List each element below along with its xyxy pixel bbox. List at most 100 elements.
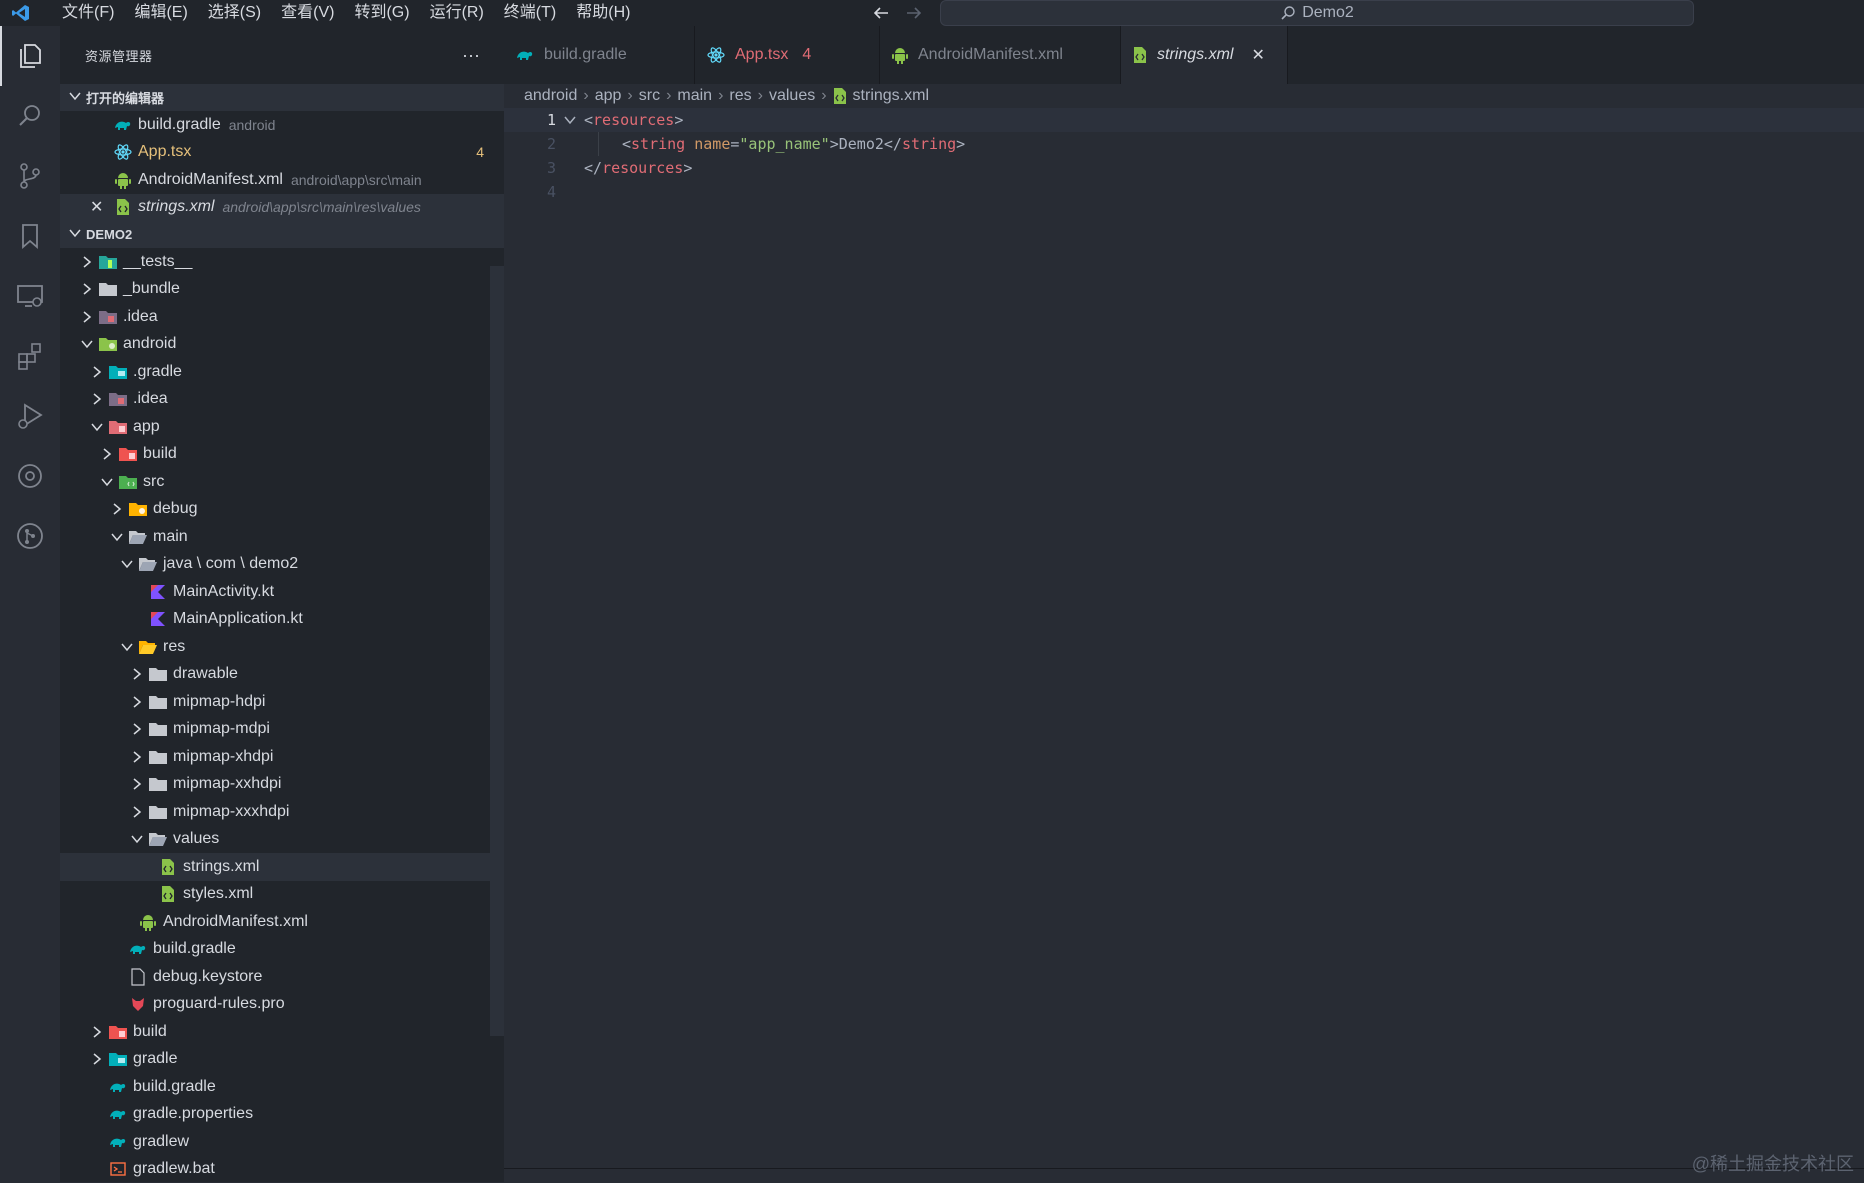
- tree-item[interactable]: build.gradle: [60, 936, 504, 964]
- source-control-icon[interactable]: [0, 146, 60, 206]
- xml-punctuation: </: [883, 135, 902, 153]
- menu-run[interactable]: 运行(R): [420, 0, 494, 26]
- code-editor[interactable]: 1 < resources > 2 < string name = "app_name" >…: [504, 108, 1864, 1182]
- tree-item[interactable]: strings.xml: [60, 853, 504, 881]
- breadcrumb-item[interactable]: src: [639, 87, 660, 105]
- tree-item[interactable]: java \ com \ demo2: [60, 551, 504, 579]
- extensions-icon[interactable]: [0, 326, 60, 386]
- tree-item[interactable]: MainActivity.kt: [60, 578, 504, 606]
- tab-app-tsx[interactable]: App.tsx 4: [695, 26, 880, 84]
- chevron-right-icon: [79, 281, 95, 297]
- tree-item-label: .idea: [123, 307, 158, 325]
- tab-build-gradle[interactable]: build.gradle: [504, 26, 695, 84]
- open-editor-app-tsx[interactable]: App.tsx 4: [60, 139, 504, 167]
- code-line[interactable]: 3 </resources >: [504, 156, 692, 180]
- tree-item[interactable]: res: [60, 633, 504, 661]
- target-icon[interactable]: [0, 446, 60, 506]
- sidebar-scrollbar[interactable]: [490, 266, 504, 1036]
- tree-item[interactable]: build: [60, 441, 504, 469]
- git-graph-icon[interactable]: [0, 506, 60, 566]
- tree-item[interactable]: MainApplication.kt: [60, 606, 504, 634]
- tree-item[interactable]: src: [60, 468, 504, 496]
- project-header[interactable]: DEMO2: [60, 221, 504, 248]
- bookmark-icon[interactable]: [0, 206, 60, 266]
- tree-item[interactable]: _bundle: [60, 276, 504, 304]
- open-editor-android-manifest[interactable]: AndroidManifest.xml android\app\src\main: [60, 166, 504, 194]
- tree-item[interactable]: __tests__: [60, 248, 504, 276]
- tree-item[interactable]: mipmap-hdpi: [60, 688, 504, 716]
- tree-item[interactable]: styles.xml: [60, 881, 504, 909]
- search-icon[interactable]: [0, 86, 60, 146]
- batch-file-icon: [109, 1160, 127, 1178]
- explorer-icon[interactable]: [0, 26, 60, 86]
- tree-item[interactable]: main: [60, 523, 504, 551]
- tree-item[interactable]: values: [60, 826, 504, 854]
- chevron-down-icon: [119, 556, 135, 572]
- fold-chevron-icon[interactable]: [556, 113, 584, 127]
- tree-item[interactable]: drawable: [60, 661, 504, 689]
- tab-label: build.gradle: [544, 46, 627, 63]
- breadcrumb-item[interactable]: strings.xml: [853, 87, 929, 105]
- tree-item[interactable]: .idea: [60, 303, 504, 331]
- tree-item-label: gradlew: [133, 1132, 190, 1150]
- tree-item[interactable]: build.gradle: [60, 1073, 504, 1101]
- android-folder-icon: [99, 335, 117, 353]
- run-debug-icon[interactable]: [0, 386, 60, 446]
- tree-item[interactable]: gradlew: [60, 1128, 504, 1156]
- line-number: 1: [546, 111, 556, 129]
- breadcrumb-item[interactable]: main: [677, 87, 712, 105]
- open-editor-path: android\app\src\main\res\values: [222, 199, 421, 216]
- command-center-search[interactable]: Demo2: [940, 0, 1694, 26]
- tree-item[interactable]: debug: [60, 496, 504, 524]
- code-line[interactable]: 1 < resources >: [504, 108, 683, 132]
- breadcrumb-item[interactable]: android: [524, 87, 577, 105]
- tree-item[interactable]: build: [60, 1018, 504, 1046]
- tree-item[interactable]: mipmap-mdpi: [60, 716, 504, 744]
- tree-item-label: java \ com \ demo2: [163, 555, 299, 573]
- menu-selection[interactable]: 选择(S): [198, 0, 271, 26]
- tab-strings-xml[interactable]: strings.xml ✕: [1121, 26, 1288, 84]
- breadcrumb-item[interactable]: res: [729, 87, 751, 105]
- tree-item-label: proguard-rules.pro: [153, 995, 285, 1013]
- open-editor-build-gradle[interactable]: build.gradle android: [60, 111, 504, 139]
- tree-item[interactable]: AndroidManifest.xml: [60, 908, 504, 936]
- close-icon[interactable]: ✕: [90, 197, 103, 217]
- tree-item-label: .idea: [133, 390, 168, 408]
- code-line[interactable]: 2 < string name = "app_name" > Demo2 </string >: [504, 132, 965, 156]
- open-editor-strings-xml[interactable]: ✕ strings.xml android\app\src\main\res\v…: [60, 193, 504, 221]
- code-line[interactable]: 4: [504, 180, 556, 204]
- breadcrumb-item[interactable]: values: [769, 87, 815, 105]
- menu-file[interactable]: 文件(F): [52, 0, 124, 26]
- tree-item[interactable]: mipmap-xhdpi: [60, 743, 504, 771]
- tree-item[interactable]: .idea: [60, 386, 504, 414]
- menu-edit[interactable]: 编辑(E): [124, 0, 197, 26]
- menu-go[interactable]: 转到(G): [344, 0, 419, 26]
- more-actions-icon[interactable]: ···: [462, 45, 480, 66]
- gradle-folder-icon: [109, 363, 127, 381]
- tree-item[interactable]: gradlew.bat: [60, 1156, 504, 1183]
- tab-android-manifest[interactable]: AndroidManifest.xml: [880, 26, 1121, 84]
- tree-item[interactable]: .gradle: [60, 358, 504, 386]
- chevron-right-icon: ›: [666, 87, 672, 104]
- tree-item[interactable]: mipmap-xxhdpi: [60, 771, 504, 799]
- tree-item[interactable]: mipmap-xxxhdpi: [60, 798, 504, 826]
- breadcrumb-item[interactable]: app: [595, 87, 622, 105]
- tree-item[interactable]: gradle: [60, 1046, 504, 1074]
- menu-view[interactable]: 查看(V): [271, 0, 344, 26]
- tree-item[interactable]: android: [60, 331, 504, 359]
- menu-help[interactable]: 帮助(H): [566, 0, 640, 26]
- open-editors-header[interactable]: 打开的编辑器: [60, 84, 504, 111]
- forward-arrow-icon[interactable]: [903, 2, 925, 24]
- open-editor-label: strings.xml: [138, 198, 215, 216]
- menu-terminal[interactable]: 终端(T): [494, 0, 566, 26]
- tree-item[interactable]: gradle.properties: [60, 1101, 504, 1129]
- folder-icon: [149, 665, 167, 683]
- tree-item[interactable]: app: [60, 413, 504, 441]
- remote-explorer-icon[interactable]: [0, 266, 60, 326]
- open-editor-path: android\app\src\main: [290, 171, 422, 188]
- tree-item[interactable]: debug.keystore: [60, 963, 504, 991]
- close-tab-icon[interactable]: ✕: [1251, 45, 1264, 65]
- tree-item[interactable]: proguard-rules.pro: [60, 991, 504, 1019]
- back-arrow-icon[interactable]: [870, 2, 892, 24]
